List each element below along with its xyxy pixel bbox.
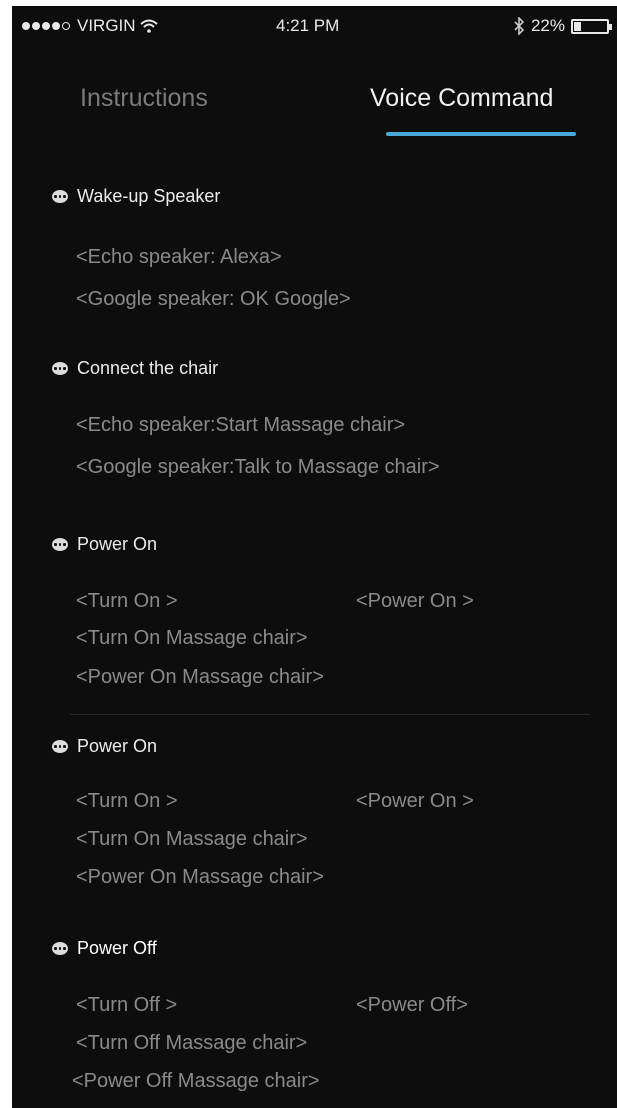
command-item: <Turn On Massage chair> <box>76 828 308 850</box>
app-screen: VIRGIN 4:21 PM 22% Instructions Voice Co… <box>12 6 617 1108</box>
command-item: <Echo speaker: Alexa> <box>76 246 282 268</box>
command-item: <Power On > <box>356 590 474 612</box>
wifi-icon <box>139 19 158 33</box>
battery-fill <box>574 21 582 31</box>
section-header-power-on: Power On <box>52 534 157 555</box>
command-item: <Google speaker: OK Google> <box>76 288 351 310</box>
section-header-power-on-2: Power On <box>52 736 157 757</box>
signal-strength-icon <box>22 22 70 30</box>
carrier-group: VIRGIN <box>22 16 158 36</box>
command-item: <Power On Massage chair> <box>76 666 324 688</box>
command-item: <Power On > <box>356 790 474 812</box>
section-header-wake-up: Wake-up Speaker <box>52 186 220 207</box>
command-item: <Turn Off Massage chair> <box>76 1032 308 1054</box>
command-item: <Echo speaker:Start Massage chair> <box>76 414 406 436</box>
command-item: <Google speaker:Talk to Massage chair> <box>76 456 440 478</box>
speech-bubble-icon <box>52 740 68 753</box>
command-item: <Turn On Massage chair> <box>76 627 308 649</box>
status-right-group: 22% <box>513 16 612 36</box>
tab-voice-command[interactable]: Voice Command <box>370 84 553 113</box>
section-title: Wake-up Speaker <box>77 186 221 206</box>
section-divider <box>70 714 590 715</box>
section-title: Power On <box>77 534 158 554</box>
section-title: Connect the chair <box>77 358 219 378</box>
command-item: <Power Off> <box>356 994 468 1016</box>
section-title: Power Off <box>77 938 157 958</box>
battery-percent: 22% <box>530 16 565 35</box>
section-title: Power On <box>77 736 158 756</box>
tab-bar: Instructions Voice Command <box>12 84 617 144</box>
status-bar: VIRGIN 4:21 PM 22% <box>12 6 617 46</box>
speech-bubble-icon <box>52 362 68 375</box>
active-tab-indicator <box>386 132 576 136</box>
carrier-name: VIRGIN <box>77 16 136 35</box>
command-item: <Turn On > <box>76 590 178 612</box>
command-item: <Power Off Massage chair> <box>72 1070 320 1092</box>
speech-bubble-icon <box>52 942 68 955</box>
command-item: <Power On Massage chair> <box>76 866 324 888</box>
speech-bubble-icon <box>52 190 68 203</box>
speech-bubble-icon <box>52 538 68 551</box>
section-header-connect: Connect the chair <box>52 358 218 379</box>
bluetooth-icon <box>514 17 525 35</box>
command-item: <Turn Off > <box>76 994 178 1016</box>
section-header-power-off: Power Off <box>52 938 157 959</box>
battery-icon <box>571 18 612 34</box>
tab-instructions[interactable]: Instructions <box>80 84 208 113</box>
command-item: <Turn On > <box>76 790 178 812</box>
status-time: 4:21 PM <box>276 16 340 35</box>
